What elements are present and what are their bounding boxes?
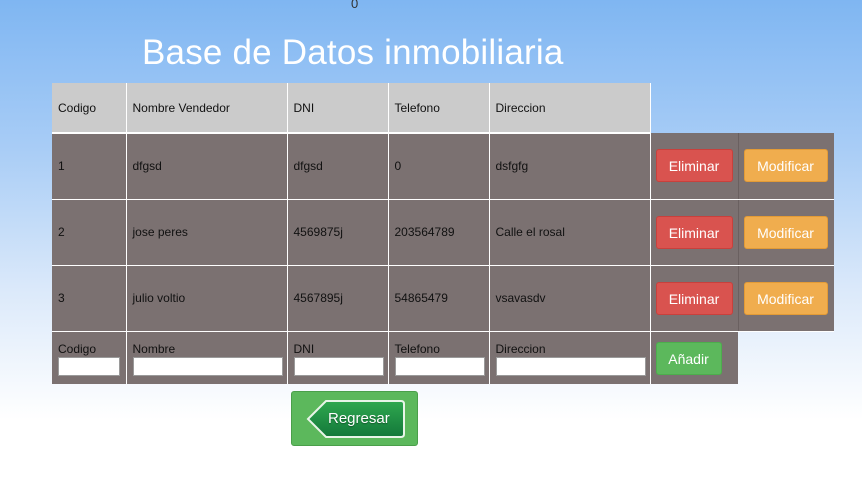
nombre-label: Nombre [132,341,176,356]
cell-dni: 4569875j [287,199,389,266]
delete-button[interactable]: Eliminar [655,281,733,315]
header-direccion: Direccion [489,83,651,134]
dni-input[interactable] [293,356,384,376]
cell-modify: Modificar [738,199,834,266]
header-codigo: Codigo [52,83,127,134]
cell-nombre: dfgsd [126,133,288,200]
back-button[interactable]: Regresar [291,391,418,446]
form-cell-nombre: Nombre [126,331,288,384]
cell-direccion: Calle el rosal [489,199,651,266]
add-button[interactable]: Añadir [655,341,722,375]
table-row: 3 julio voltio 4567895j 54865479 vsavasd… [52,265,834,332]
header-nombre: Nombre Vendedor [126,83,288,134]
form-cell-codigo: Codigo [52,331,127,384]
nombre-input[interactable] [132,356,283,376]
delete-button[interactable]: Eliminar [655,215,733,249]
form-cell-add: Añadir [650,331,738,384]
page-title: Base de Datos inmobiliaria [142,33,564,72]
cell-delete: Eliminar [650,199,739,266]
header-telefono: Telefono [388,83,490,134]
cell-dni: dfgsd [287,133,389,200]
direccion-label: Direccion [495,341,546,356]
table-row: 1 dfgsd dfgsd 0 dsfgfg Eliminar Modifica… [52,133,834,200]
cell-nombre: jose peres [126,199,288,266]
cell-modify: Modificar [738,133,834,200]
vendors-table: Codigo Nombre Vendedor DNI Telefono Dire… [52,83,834,384]
cell-codigo: 3 [52,265,127,332]
table-header-row: Codigo Nombre Vendedor DNI Telefono Dire… [52,83,834,134]
codigo-label: Codigo [58,341,97,356]
cell-codigo: 1 [52,133,127,200]
modify-button[interactable]: Modificar [743,215,828,249]
form-cell-telefono: Telefono [388,331,490,384]
table-row: 2 jose peres 4569875j 203564789 Calle el… [52,199,834,266]
form-spacer [738,331,834,384]
codigo-input[interactable] [58,356,120,376]
cell-direccion: dsfgfg [489,133,651,200]
form-cell-direccion: Direccion [489,331,651,384]
cell-telefono: 0 [388,133,490,200]
cell-direccion: vsavasdv [489,265,651,332]
modify-button[interactable]: Modificar [743,281,828,315]
modify-button[interactable]: Modificar [743,149,828,183]
cell-telefono: 203564789 [388,199,490,266]
cell-dni: 4567895j [287,265,389,332]
back-label: Regresar [328,410,390,427]
form-cell-dni: DNI [287,331,389,384]
cell-delete: Eliminar [650,265,739,332]
header-dni: DNI [287,83,389,134]
add-form-row: Codigo Nombre DNI Telefono Direccion Aña… [52,331,834,384]
cell-modify: Modificar [738,265,834,332]
cell-nombre: julio voltio [126,265,288,332]
dni-label: DNI [293,341,315,356]
delete-button[interactable]: Eliminar [655,149,733,183]
cell-delete: Eliminar [650,133,739,200]
direccion-input[interactable] [495,356,646,376]
telefono-input[interactable] [394,356,485,376]
cell-telefono: 54865479 [388,265,490,332]
cell-codigo: 2 [52,199,127,266]
header-spacer [650,83,738,133]
telefono-label: Telefono [394,341,440,356]
top-counter: 0 [351,0,359,11]
header-spacer [738,83,834,133]
